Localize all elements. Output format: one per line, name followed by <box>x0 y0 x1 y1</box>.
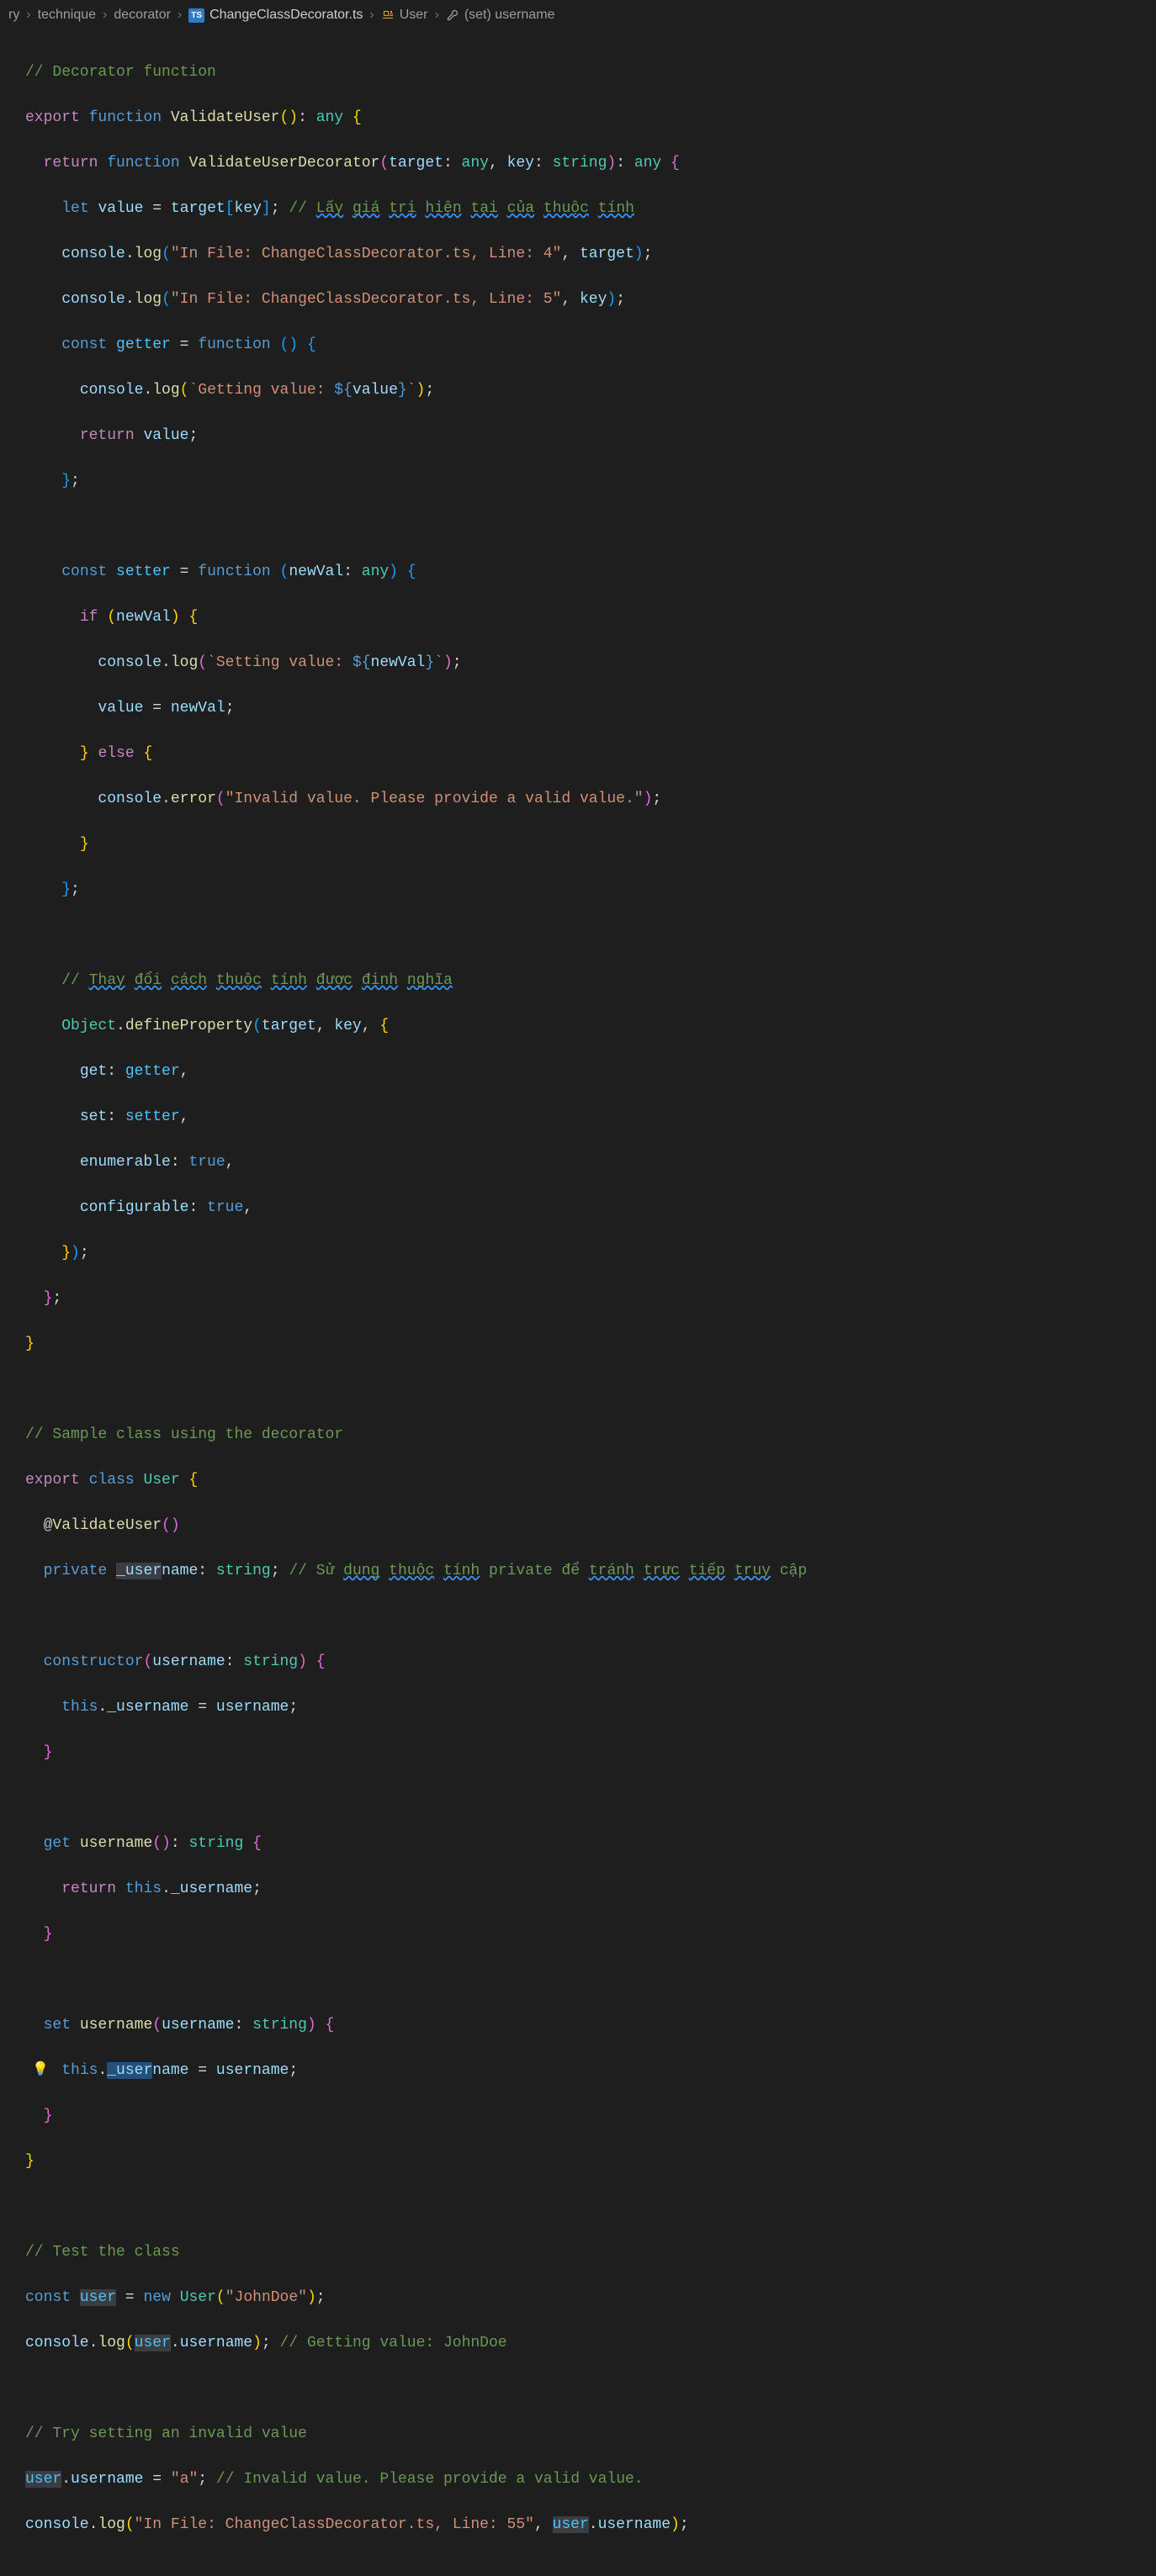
breadcrumb-symbol[interactable]: (set) username <box>446 5 555 25</box>
chevron-right-icon: › <box>435 5 439 25</box>
class-icon <box>381 8 395 22</box>
breadcrumb-file[interactable]: TS ChangeClassDecorator.ts <box>188 5 363 25</box>
chevron-right-icon: › <box>103 5 107 25</box>
code-editor[interactable]: // Decorator function export function Va… <box>0 30 1156 2576</box>
wrench-icon <box>446 8 459 22</box>
chevron-right-icon: › <box>369 5 374 25</box>
breadcrumb-segment[interactable]: technique <box>38 5 96 25</box>
lightbulb-icon[interactable]: 💡 <box>32 2060 49 2080</box>
breadcrumb-segment[interactable]: decorator <box>114 5 171 25</box>
comment: // Test the class <box>25 2244 180 2261</box>
breadcrumb-segment[interactable]: ry <box>8 5 19 25</box>
comment: // Try setting an invalid value <box>25 2425 307 2442</box>
breadcrumb-symbol[interactable]: User <box>381 5 428 25</box>
typescript-icon: TS <box>188 8 204 23</box>
comment: // Decorator function <box>25 64 216 81</box>
breadcrumb: ry › technique › decorator › TS ChangeCl… <box>0 0 1156 30</box>
chevron-right-icon: › <box>26 5 30 25</box>
comment: // Sample class using the decorator <box>25 1426 343 1443</box>
chevron-right-icon: › <box>178 5 182 25</box>
